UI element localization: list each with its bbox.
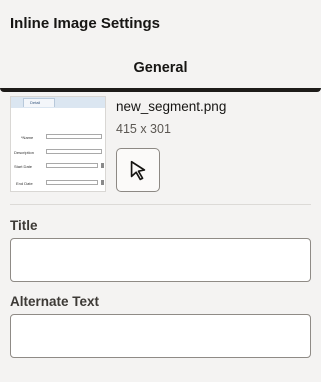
panel-title: Inline Image Settings [10,15,161,32]
image-thumbnail: Detail *Name Description Start Date End … [10,96,106,192]
calendar-icon [101,163,104,168]
thumbnail-tab-label: Detail [30,100,41,105]
thumbnail-label: End Date [16,181,33,186]
thumbnail-field [46,134,102,139]
thumbnail-label: Description [14,150,35,155]
cursor-arrow-icon [130,160,146,181]
inline-image-settings-panel: Inline Image Settings General Detail *Na… [0,0,321,382]
tab-general[interactable]: General [0,48,321,88]
alternate-text-label: Alternate Text [10,294,100,309]
thumbnail-field [46,163,98,168]
tab-bar: General [0,48,321,92]
calendar-icon [101,180,104,185]
thumbnail-label: Start Date [14,164,33,169]
thumbnail-field [46,149,102,154]
thumbnail-label: *Name [21,135,34,140]
image-file-name: new_segment.png [116,99,227,114]
thumbnail-field [46,180,98,185]
image-dimensions: 415 x 301 [116,122,171,136]
section-divider [10,204,311,205]
select-image-button[interactable] [116,148,160,192]
title-label: Title [10,218,38,233]
thumbnail-tab: Detail [23,98,55,107]
title-input[interactable] [10,238,311,282]
alternate-text-input[interactable] [10,314,311,358]
